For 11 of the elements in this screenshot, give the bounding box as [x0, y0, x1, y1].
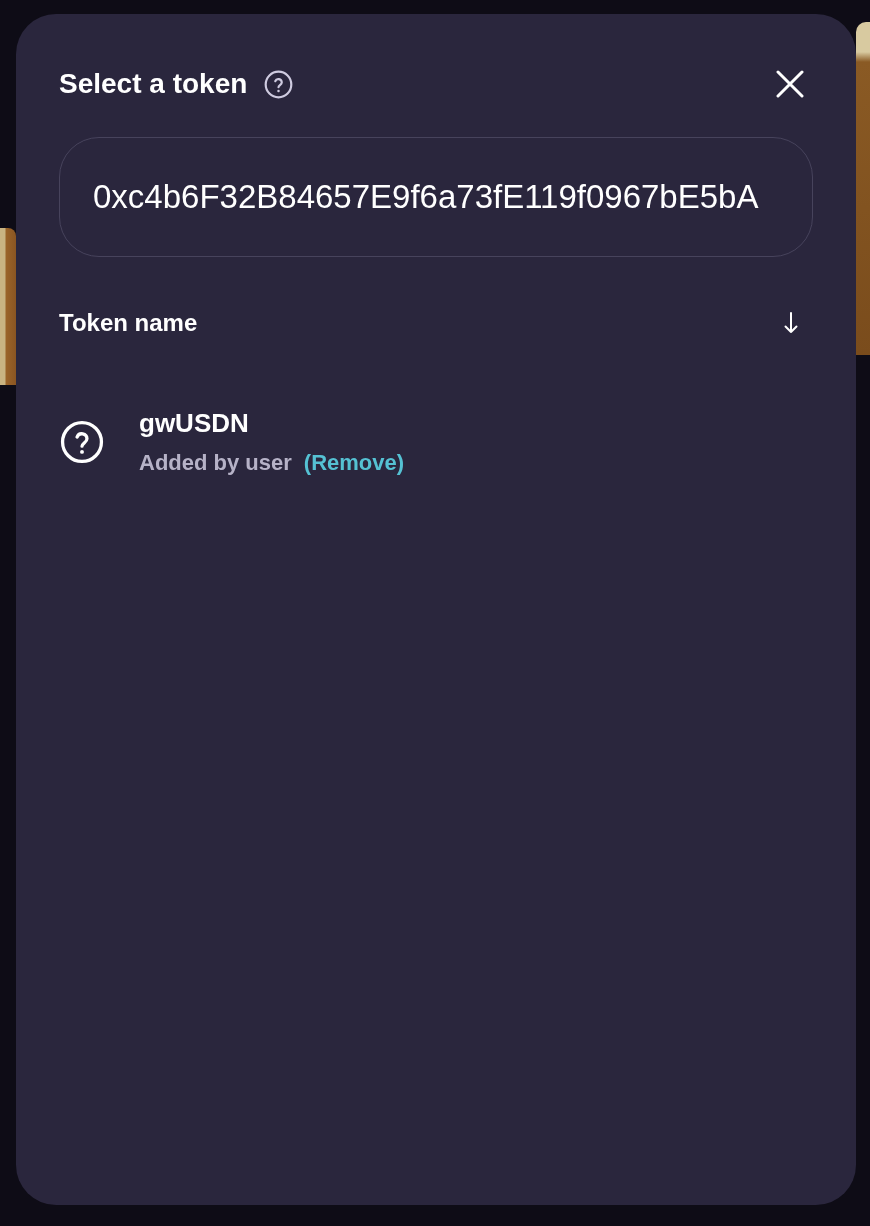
arrow-down-icon[interactable] [784, 312, 798, 334]
help-icon[interactable] [264, 69, 294, 99]
remove-link[interactable]: (Remove) [303, 450, 405, 476]
close-icon [776, 70, 804, 98]
token-symbol[interactable]: gwUSDN [139, 408, 405, 438]
modal-title: Select a token [59, 70, 248, 98]
column-header: Token name [59, 308, 198, 338]
token-source: Added by user [139, 450, 292, 476]
unknown-token-icon [60, 420, 104, 464]
search-field[interactable]: 0xc4b6F32B84657E9f6a73fE119f0967bE5bA [59, 137, 813, 257]
close-button[interactable] [776, 70, 804, 98]
